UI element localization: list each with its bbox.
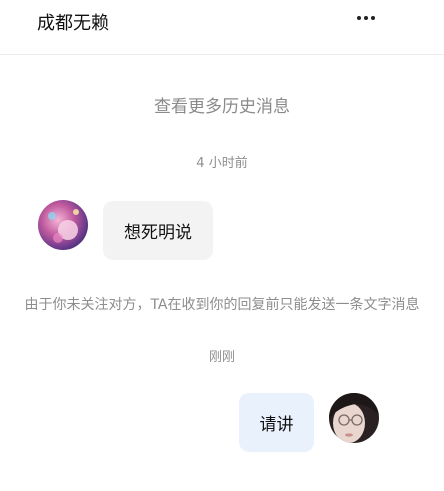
chat-title: 成都无赖 <box>37 13 109 34</box>
contact-avatar[interactable] <box>38 200 88 250</box>
outgoing-message-bubble[interactable]: 请讲 <box>239 393 314 452</box>
timestamp: 4 小时前 <box>196 156 248 171</box>
user-avatar[interactable] <box>329 393 379 443</box>
load-history-link[interactable]: 查看更多历史消息 <box>0 92 444 117</box>
incoming-message-bubble[interactable]: 想死明说 <box>103 201 213 260</box>
follow-notice: 由于你未关注对方，TA在收到你的回复前只能发送一条文字消息 <box>24 297 420 313</box>
timestamp: 刚刚 <box>208 350 235 365</box>
chat-header: 成都无赖 <box>0 0 444 55</box>
more-icon[interactable] <box>352 6 380 30</box>
